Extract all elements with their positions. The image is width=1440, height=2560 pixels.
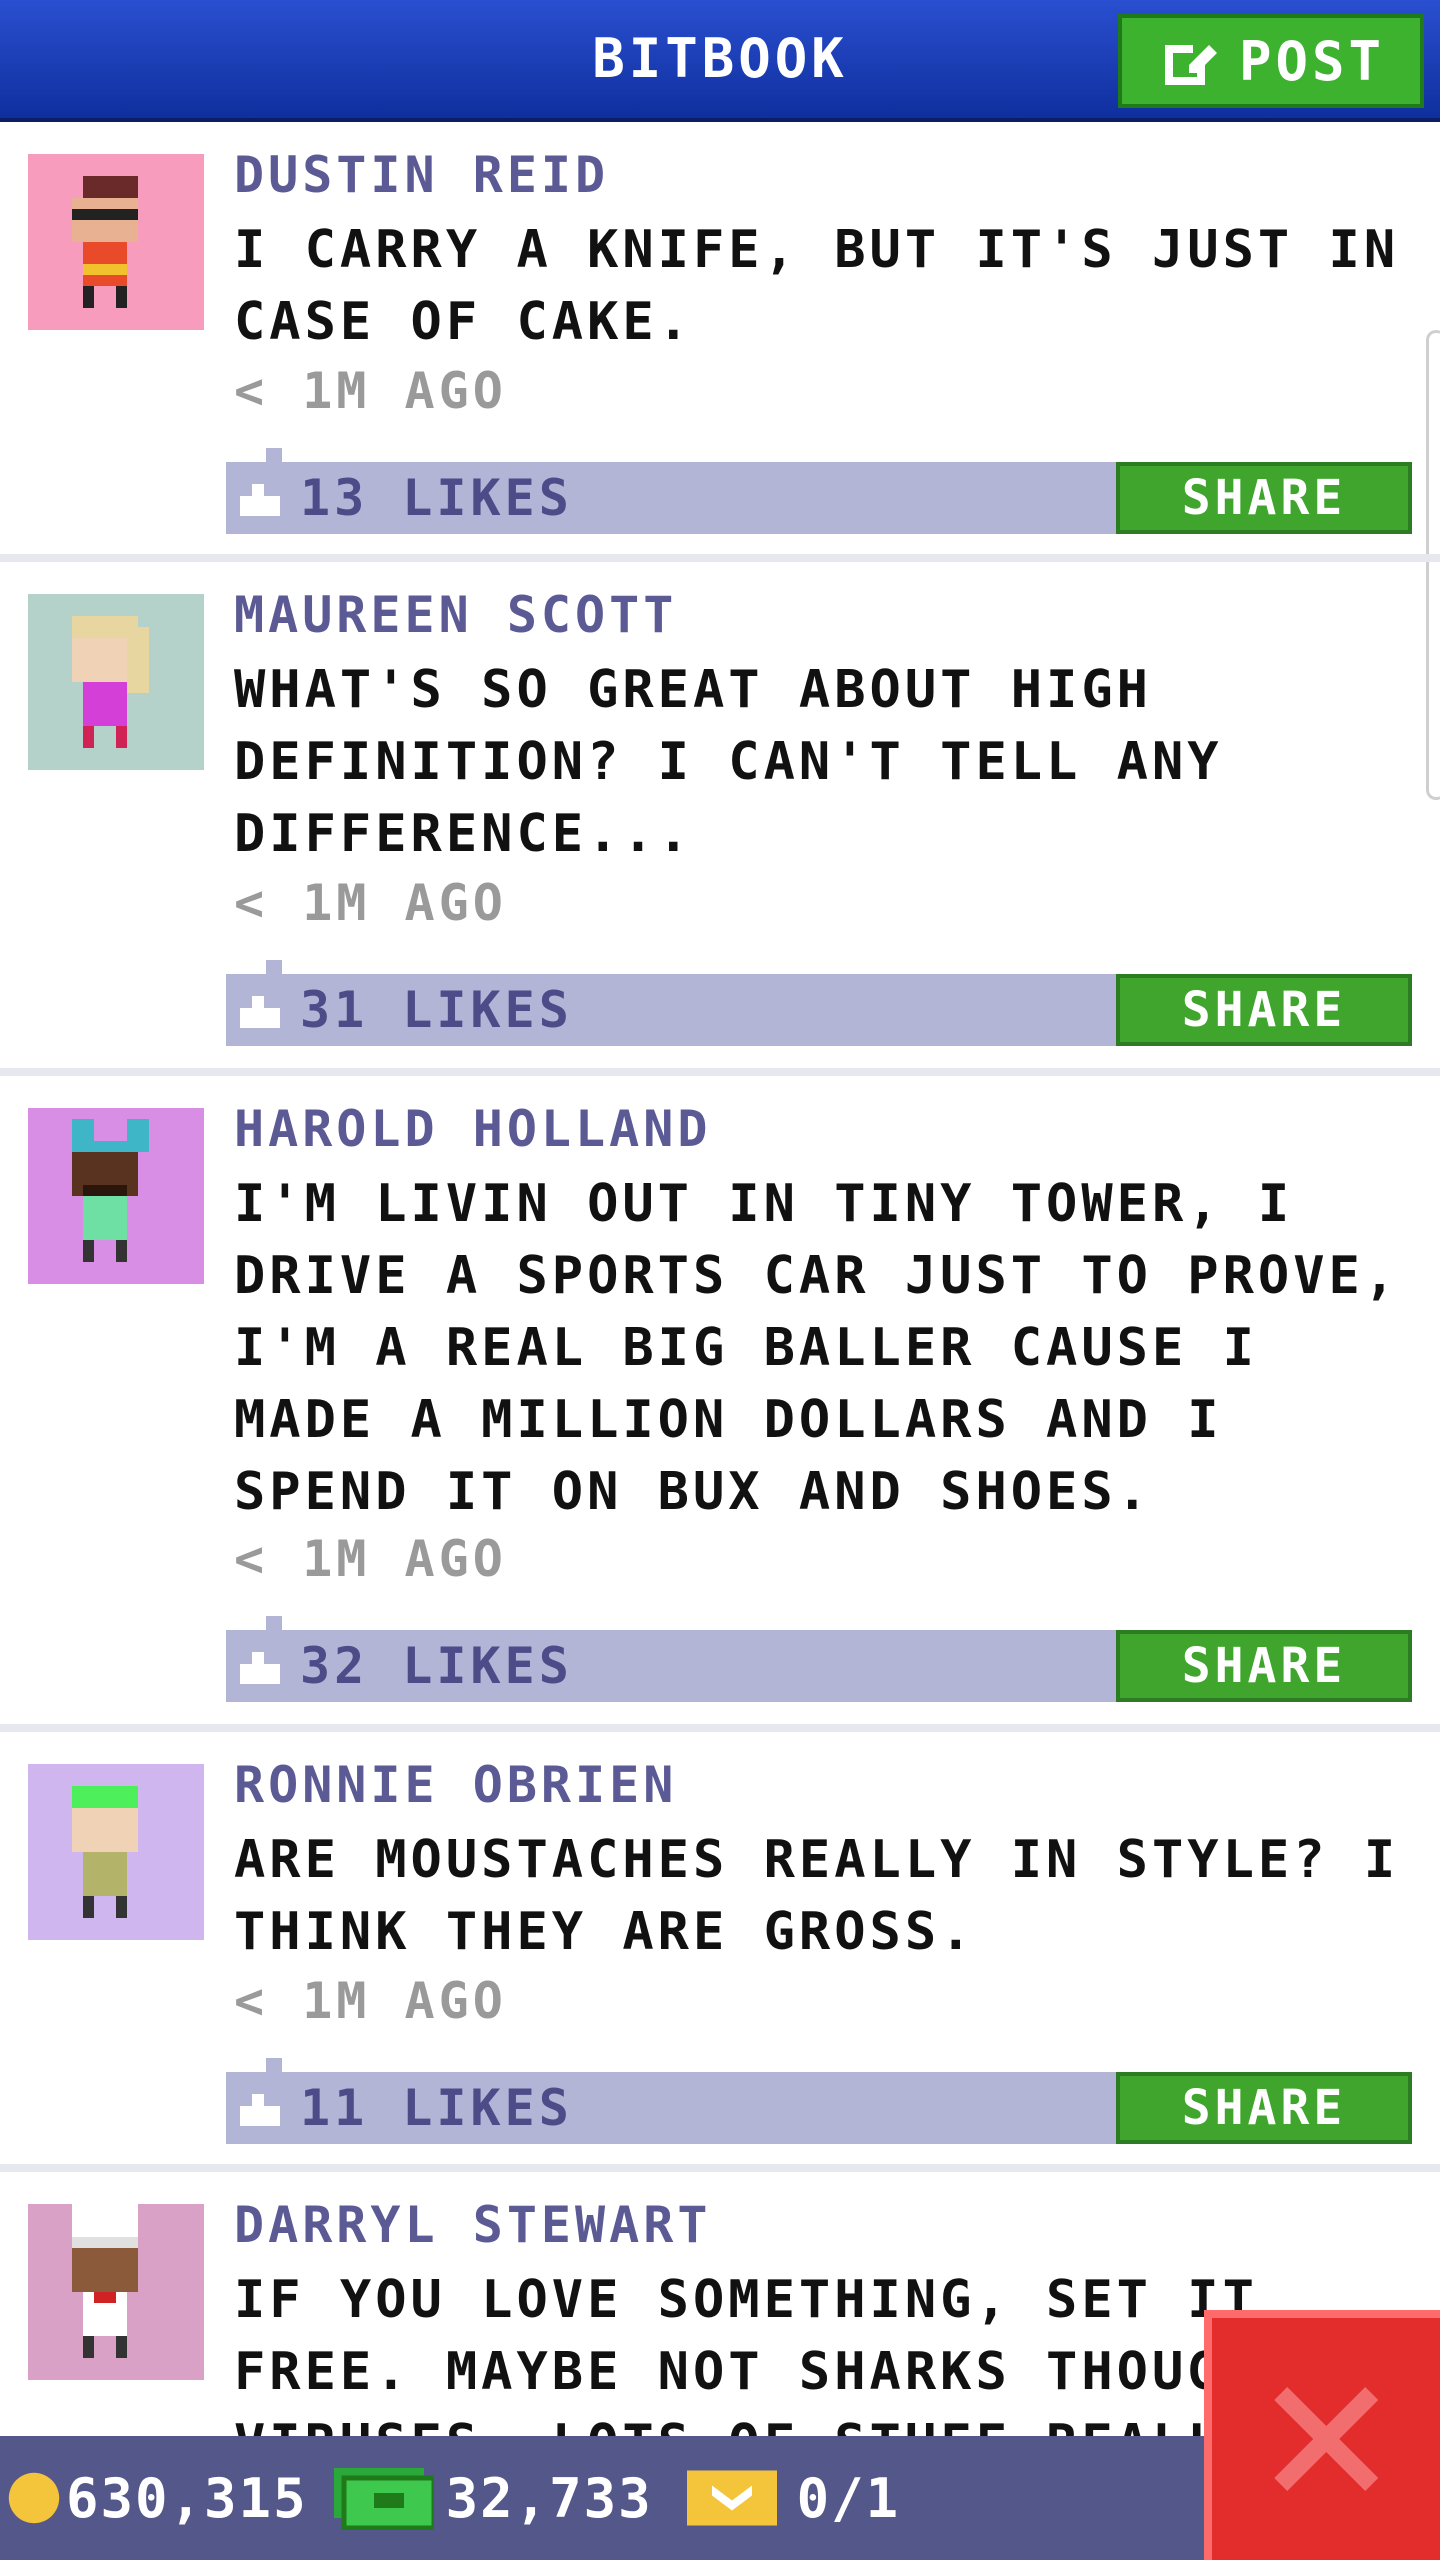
feed-post: MAUREEN SCOTT WHAT'S SO GREAT ABOUT HIGH… [0, 562, 1440, 1076]
share-button[interactable]: SHARE [1116, 462, 1412, 534]
like-count: 31 LIKES [300, 981, 573, 1039]
like-bar[interactable]: 32 LIKES SHARE [226, 1616, 1412, 1702]
thumbs-up-icon [240, 996, 280, 1028]
post-message: ARE MOUSTACHES REALLY IN STYLE? I THINK … [234, 1830, 1400, 1962]
post-timestamp: < 1M AGO [234, 1530, 507, 1588]
character-avatar [72, 616, 149, 748]
feed-post: HAROLD HOLLAND I'M LIVIN OUT IN TINY TOW… [0, 1076, 1440, 1732]
post-author[interactable]: RONNIE OBRIEN [234, 1756, 677, 1814]
tickets-counter: 0/1 [686, 2466, 901, 2530]
close-button[interactable] [1204, 2310, 1440, 2560]
post-message: WHAT'S SO GREAT ABOUT HIGH DEFINITION? I… [234, 660, 1223, 864]
like-bar[interactable]: 13 LIKES SHARE [226, 448, 1412, 534]
coins-value: 630,315 [66, 2466, 308, 2530]
avatar [28, 1108, 204, 1284]
post-message: I CARRY A KNIFE, BUT IT'S JUST IN CASE O… [234, 220, 1400, 352]
thumbs-up-icon [240, 2094, 280, 2126]
post-author[interactable]: DUSTIN REID [234, 146, 609, 204]
close-icon [1274, 2387, 1378, 2491]
post-button[interactable]: POST [1118, 14, 1424, 108]
feed-post: DUSTIN REID I CARRY A KNIFE, BUT IT'S JU… [0, 122, 1440, 562]
post-author[interactable]: HAROLD HOLLAND [234, 1100, 711, 1158]
ticket-icon [686, 2470, 777, 2526]
share-button[interactable]: SHARE [1116, 2072, 1412, 2144]
character-avatar [72, 1119, 149, 1262]
compose-icon [1164, 45, 1217, 85]
like-bar[interactable]: 11 LIKES SHARE [226, 2058, 1412, 2144]
post-message: I'M LIVIN OUT IN TINY TOWER, I DRIVE A S… [234, 1174, 1400, 1522]
post-timestamp: < 1M AGO [234, 874, 507, 932]
post-author[interactable]: DARRYL STEWART [234, 2196, 711, 2254]
feed-post: RONNIE OBRIEN ARE MOUSTACHES REALLY IN S… [0, 1732, 1440, 2172]
avatar [28, 1764, 204, 1940]
thumbs-up-icon [240, 1652, 280, 1684]
bux-value: 32,733 [445, 2466, 653, 2530]
coin-icon [8, 2472, 60, 2524]
avatar [28, 594, 204, 770]
like-count: 11 LIKES [300, 2079, 573, 2137]
share-button[interactable]: SHARE [1116, 1630, 1412, 1702]
character-avatar [72, 2204, 138, 2358]
top-bar: BITBOOK POST [0, 0, 1440, 122]
bux-icon [333, 2468, 434, 2530]
post-button-label: POST [1238, 29, 1386, 93]
post-timestamp: < 1M AGO [234, 1972, 507, 2030]
thumbs-up-icon [240, 484, 280, 516]
character-avatar [72, 176, 138, 308]
share-button[interactable]: SHARE [1116, 974, 1412, 1046]
character-avatar [72, 1786, 138, 1918]
avatar [28, 154, 204, 330]
bux-counter: 32,733 [333, 2466, 653, 2530]
like-count: 32 LIKES [300, 1637, 573, 1695]
post-timestamp: < 1M AGO [234, 362, 507, 420]
avatar [28, 2204, 204, 2380]
post-author[interactable]: MAUREEN SCOTT [234, 586, 677, 644]
like-count: 13 LIKES [300, 469, 573, 527]
like-bar[interactable]: 31 LIKES SHARE [226, 960, 1412, 1046]
coins-counter: 630,315 [6, 2467, 308, 2530]
tickets-value: 0/1 [796, 2466, 901, 2530]
